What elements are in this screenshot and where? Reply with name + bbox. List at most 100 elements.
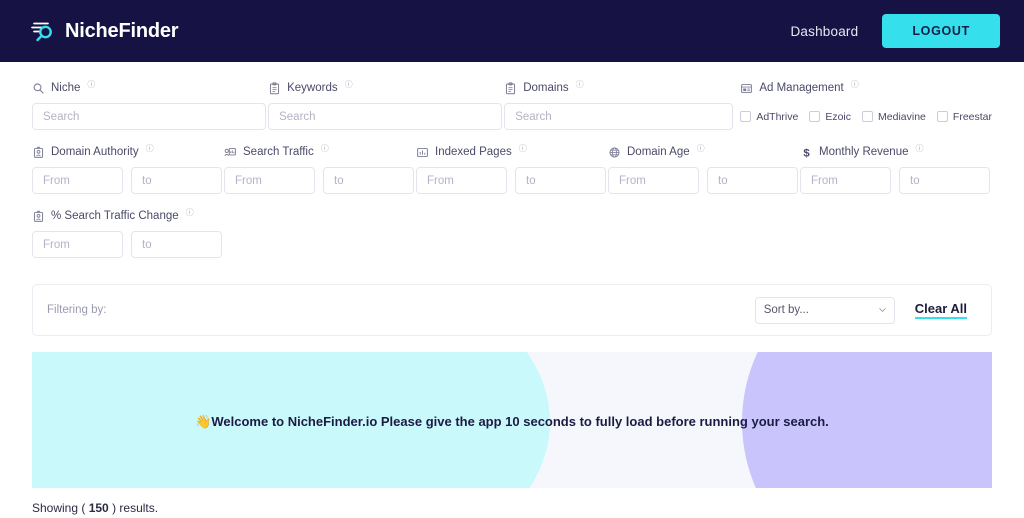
filter-niche: Niche ⓘ	[32, 80, 268, 130]
filter-label-text: Domains	[523, 82, 569, 94]
filter-niche-label: Niche ⓘ	[32, 80, 268, 96]
monthly-revenue-to-input[interactable]	[899, 167, 990, 194]
filtering-bar: Filtering by: Sort by... Clear All	[32, 284, 992, 336]
filter-label-text: Monthly Revenue	[819, 146, 909, 158]
nav-dashboard[interactable]: Dashboard	[790, 24, 858, 39]
filter-row-3: % Search Traffic Change ⓘ	[32, 208, 992, 272]
filter-monthly-revenue-label: $ Monthly Revenue ⓘ	[800, 144, 992, 160]
indexed-pages-to-input[interactable]	[515, 167, 606, 194]
filters-panel: Niche ⓘ Keywords ⓘ	[0, 62, 1024, 272]
domain-authority-to-input[interactable]	[131, 167, 222, 194]
info-icon[interactable]: ⓘ	[321, 143, 329, 154]
app-header: NicheFinder Dashboard LOGOUT	[0, 0, 1024, 62]
brand-name: NicheFinder	[65, 19, 179, 42]
info-icon[interactable]: ⓘ	[186, 207, 194, 218]
info-icon[interactable]: ⓘ	[519, 143, 527, 154]
ad-management-checkbox-group: AdThrive Ezoic Mediavine Freestar	[740, 103, 992, 130]
filter-monthly-revenue: $ Monthly Revenue ⓘ	[800, 144, 992, 194]
filter-search-traffic-change: % Search Traffic Change ⓘ	[32, 208, 227, 258]
domain-age-range	[608, 167, 800, 194]
indexed-pages-from-input[interactable]	[416, 167, 507, 194]
info-icon[interactable]: ⓘ	[851, 79, 859, 90]
logout-button[interactable]: LOGOUT	[882, 14, 1000, 48]
filter-search-traffic-change-label: % Search Traffic Change ⓘ	[32, 208, 227, 224]
info-icon[interactable]: ⓘ	[146, 143, 154, 154]
filter-label-text: Niche	[51, 82, 81, 94]
filter-domain-age-label: Domain Age ⓘ	[608, 144, 800, 160]
info-icon[interactable]: ⓘ	[697, 143, 705, 154]
traffic-chart-icon	[224, 147, 236, 156]
filter-label-text: Search Traffic	[243, 146, 314, 158]
checkbox-adthrive[interactable]: AdThrive	[740, 111, 798, 123]
filter-label-text: Domain Age	[627, 146, 690, 158]
filter-domain-age: Domain Age ⓘ	[608, 144, 800, 194]
sort-select-wrapper: Sort by...	[754, 296, 895, 324]
search-traffic-change-to-input[interactable]	[131, 231, 222, 258]
filter-domain-authority-label: Domain Authority ⓘ	[32, 144, 224, 160]
checkbox-label: Freestar	[952, 110, 992, 123]
checkbox-ezoic[interactable]: Ezoic	[809, 111, 851, 123]
search-traffic-from-input[interactable]	[224, 167, 315, 194]
filter-row-2: Domain Authority ⓘ Search Traffic ⓘ	[32, 144, 992, 208]
niche-search-input[interactable]	[32, 103, 266, 130]
search-traffic-range	[224, 167, 416, 194]
filter-indexed-pages-label: Indexed Pages ⓘ	[416, 144, 608, 160]
filter-label-text: Keywords	[287, 82, 338, 94]
authority-badge-icon	[33, 146, 44, 158]
filter-domains-label: Domains ⓘ	[504, 80, 740, 96]
results-suffix: ) results.	[108, 501, 159, 515]
indexed-pages-icon	[417, 147, 428, 157]
results-count: Showing ( 150 ) results.	[32, 501, 992, 515]
checkbox-box[interactable]	[809, 111, 821, 122]
ad-panel-icon	[741, 83, 753, 93]
filter-indexed-pages: Indexed Pages ⓘ	[416, 144, 608, 194]
brand-logo[interactable]: NicheFinder	[30, 18, 179, 44]
filter-label-text: Indexed Pages	[435, 146, 512, 158]
search-traffic-to-input[interactable]	[323, 167, 414, 194]
filter-keywords: Keywords ⓘ	[268, 80, 504, 130]
header-actions: Dashboard LOGOUT	[790, 14, 1000, 48]
domain-authority-from-input[interactable]	[32, 167, 123, 194]
filter-row-1: Niche ⓘ Keywords ⓘ	[32, 80, 992, 144]
clear-all-button[interactable]: Clear All	[914, 301, 967, 319]
filter-label-text: Ad Management	[759, 82, 844, 94]
checkbox-label: Ezoic	[825, 110, 852, 123]
waving-hand-icon: 👋	[195, 414, 212, 429]
checkbox-mediavine[interactable]: Mediavine	[862, 111, 926, 123]
magnifier-lines-icon	[31, 22, 52, 42]
filter-search-traffic-label: Search Traffic ⓘ	[224, 144, 416, 160]
magnifier-icon	[33, 82, 44, 94]
checkbox-freestar[interactable]: Freestar	[936, 110, 992, 123]
checkbox-box[interactable]	[936, 111, 948, 122]
filtering-by-label: Filtering by:	[47, 304, 107, 316]
monthly-revenue-from-input[interactable]	[800, 167, 891, 194]
checkbox-box[interactable]	[740, 111, 752, 122]
filter-label-text: % Search Traffic Change	[51, 210, 179, 222]
results-number: 150	[88, 501, 109, 515]
filter-domains: Domains ⓘ	[504, 80, 740, 130]
domain-authority-range	[32, 167, 224, 194]
info-icon[interactable]: ⓘ	[345, 79, 353, 90]
results-prefix: Showing (	[32, 501, 89, 515]
indexed-pages-range	[416, 167, 608, 194]
banner-message-row: 👋Welcome to NicheFinder.io Please give t…	[32, 414, 992, 430]
keywords-search-input[interactable]	[268, 103, 503, 130]
banner-message: Welcome to NicheFinder.io Please give th…	[211, 414, 829, 429]
domain-age-from-input[interactable]	[608, 167, 699, 194]
filter-domain-authority: Domain Authority ⓘ	[32, 144, 224, 194]
info-icon[interactable]: ⓘ	[87, 79, 95, 90]
search-traffic-change-from-input[interactable]	[32, 231, 123, 258]
filter-label-text: Domain Authority	[51, 146, 139, 158]
info-icon[interactable]: ⓘ	[576, 79, 584, 90]
domains-search-input[interactable]	[504, 103, 734, 130]
filtering-bar-actions: Sort by... Clear All	[754, 296, 977, 324]
dollar-icon: $	[803, 147, 810, 158]
sort-by-select[interactable]: Sort by...	[754, 296, 895, 324]
authority-badge-icon	[33, 210, 44, 222]
checkbox-box[interactable]	[862, 111, 874, 122]
info-icon[interactable]: ⓘ	[916, 143, 924, 154]
domain-age-to-input[interactable]	[707, 167, 798, 194]
filter-search-traffic: Search Traffic ⓘ	[224, 144, 416, 194]
clipboard-icon	[506, 81, 516, 94]
filter-keywords-label: Keywords ⓘ	[268, 80, 504, 96]
